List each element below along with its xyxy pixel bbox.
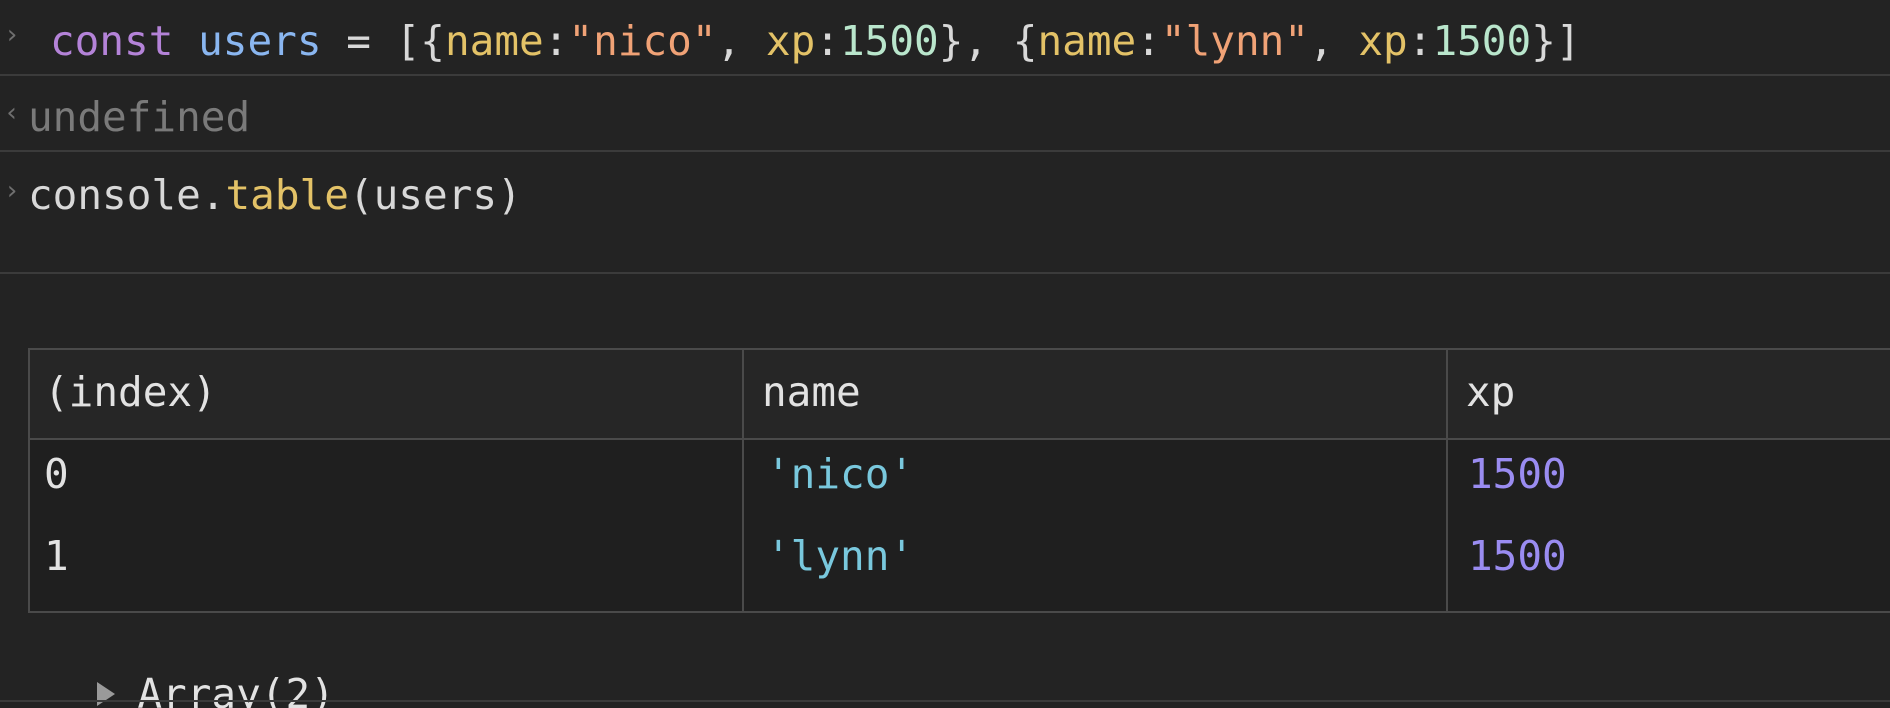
console-table: (index) name xp 0 'nico' 1500 1 'lynn' 1… bbox=[28, 348, 1890, 613]
divider bbox=[0, 700, 1890, 702]
column-header-xp[interactable]: xp bbox=[1466, 368, 1515, 416]
expand-triangle-icon[interactable] bbox=[97, 682, 116, 706]
table-cell-index: 0 bbox=[44, 450, 69, 498]
column-header-index[interactable]: (index) bbox=[44, 368, 217, 416]
input-prompt-icon: › bbox=[4, 20, 20, 50]
column-divider[interactable] bbox=[1446, 350, 1448, 611]
column-divider[interactable] bbox=[742, 350, 744, 611]
table-cell-index: 1 bbox=[44, 532, 69, 580]
table-cell-xp: 1500 bbox=[1468, 450, 1567, 498]
table-header: (index) name xp bbox=[30, 350, 1890, 440]
table-body: 0 'nico' 1500 1 'lynn' 1500 bbox=[30, 440, 1890, 611]
code-variable: users bbox=[198, 17, 322, 65]
table-cell-name: 'lynn' bbox=[766, 532, 915, 580]
code-method: table bbox=[225, 171, 349, 219]
result-value: undefined bbox=[28, 93, 251, 141]
array-summary-label: Array(2) bbox=[137, 670, 335, 708]
console-result-line: ‹ undefined bbox=[0, 78, 1890, 152]
table-cell-xp: 1500 bbox=[1468, 532, 1567, 580]
column-header-name[interactable]: name bbox=[762, 368, 861, 416]
console-input-line: › const users = [{name:"nico", xp:1500},… bbox=[0, 0, 1890, 76]
array-expander[interactable]: Array(2) bbox=[48, 622, 335, 708]
result-prompt-icon: ‹ bbox=[4, 98, 20, 128]
console-input-line-2: › console.table(users) bbox=[0, 154, 1890, 274]
input-code: const users = [{name:"nico", xp:1500}, {… bbox=[50, 17, 1581, 65]
table-cell-name: 'nico' bbox=[766, 450, 915, 498]
input-code-2: console.table(users) bbox=[28, 171, 522, 219]
code-keyword: const bbox=[50, 17, 174, 65]
input-prompt-icon-2: › bbox=[4, 176, 20, 206]
